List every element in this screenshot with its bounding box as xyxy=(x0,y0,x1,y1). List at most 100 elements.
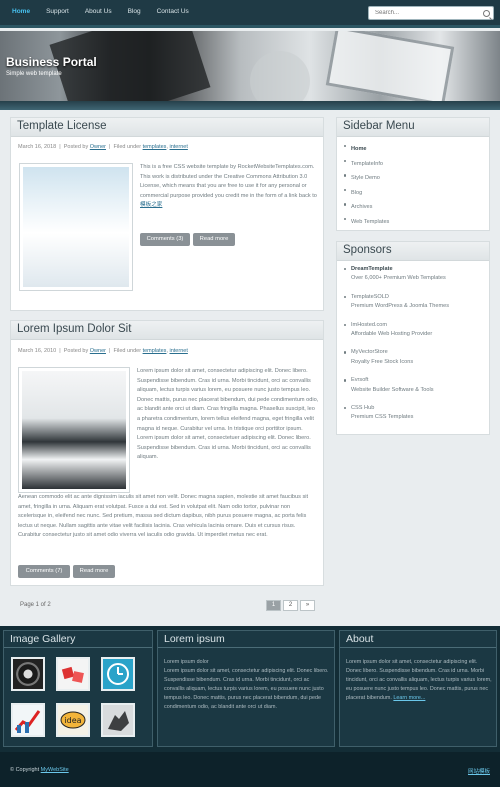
post-thumbnail[interactable] xyxy=(19,163,133,291)
copyright-text: © Copyright MyWebSite xyxy=(10,767,69,773)
header-banner: Business Portal Simple web template xyxy=(0,31,500,101)
sponsor-name[interactable]: Evrsoft xyxy=(351,377,368,383)
nav-item-contact[interactable]: Contact Us xyxy=(149,8,197,15)
sponsor-desc: Royalty Free Stock Icons xyxy=(351,358,414,365)
comments-button[interactable]: Comments (3) xyxy=(140,233,190,246)
read-more-button[interactable]: Read more xyxy=(73,565,115,578)
footer-about: About Lorem ipsum dolor sit amet, consec… xyxy=(339,630,497,747)
post-date: March 16, 2018 xyxy=(18,144,57,150)
post-author-link[interactable]: Owner xyxy=(90,348,106,354)
tag-link[interactable]: internet xyxy=(170,348,188,354)
sponsor-name[interactable]: TemplateSOLD xyxy=(351,294,389,300)
about-block: Lorem ipsum dolor sit amet, consectetur … xyxy=(346,658,492,703)
post-body-text: This is a free CSS website template by R… xyxy=(140,164,317,199)
about-title: About xyxy=(340,631,496,648)
read-more-button[interactable]: Read more xyxy=(193,233,235,246)
sponsor-item[interactable]: CSS Hub Premium CSS Templates xyxy=(344,404,449,423)
site-brand[interactable]: Business Portal xyxy=(6,55,97,69)
clock-icon[interactable] xyxy=(101,657,135,691)
search-box xyxy=(368,6,494,20)
posted-by-label: Posted by xyxy=(63,144,89,150)
copyright-link[interactable]: MyWebSite xyxy=(41,767,69,773)
comments-button[interactable]: Comments (7) xyxy=(18,565,70,578)
posted-by-label: Posted by xyxy=(63,348,89,354)
sidebar-item-templateinfo[interactable]: TemplateInfo xyxy=(344,157,389,172)
footer-gallery: Image Gallery idea xyxy=(3,630,153,747)
search-icon[interactable] xyxy=(483,10,490,17)
dice-icon[interactable] xyxy=(56,657,90,691)
post-template-license: Template License March 16, 2018 | Posted… xyxy=(10,117,324,311)
footer: Image Gallery idea Lorem ipsum Lorem ips… xyxy=(0,626,500,752)
sponsor-desc: Affordable Web Hosting Provider xyxy=(351,331,433,338)
post-meta: March 16, 2010 | Posted by Owner | Filed… xyxy=(18,348,188,354)
next-page-button[interactable]: » xyxy=(300,600,315,611)
sponsor-item[interactable]: DreamTemplate Over 6,000+ Premium Web Tem… xyxy=(344,265,449,284)
post-thumbnail[interactable] xyxy=(18,367,130,493)
banner-decoration xyxy=(250,51,310,101)
header-band xyxy=(0,101,500,110)
post-body-text-2: Aenean commodo elit ac ante dignissim ia… xyxy=(18,494,309,539)
sidebar-item-web-templates[interactable]: Web Templates xyxy=(344,215,389,230)
footer-right-link[interactable]: 网站模板 xyxy=(468,767,490,775)
nav-item-support[interactable]: Support xyxy=(38,8,77,15)
lorem-block: Lorem ipsum dolor Lorem ipsum dolor sit … xyxy=(164,658,330,712)
sponsor-desc: Over 6,000+ Premium Web Templates xyxy=(351,275,446,282)
sponsor-item[interactable]: Evrsoft Website Builder Software & Tools xyxy=(344,376,449,395)
sponsors-title: Sponsors xyxy=(337,242,489,261)
tag-link[interactable]: templates xyxy=(143,348,167,354)
banner-decoration xyxy=(325,31,455,101)
post-date: March 16, 2010 xyxy=(18,348,57,354)
sponsor-desc: Premium WordPress & Joomla Themes xyxy=(351,303,450,310)
tag-link[interactable]: templates xyxy=(143,144,167,150)
lorem-text: Lorem ipsum dolor sit amet, consectetur … xyxy=(164,668,329,710)
learn-more-link[interactable]: Learn more... xyxy=(393,695,425,701)
sponsor-name[interactable]: DreamTemplate xyxy=(351,266,393,272)
top-navbar: Home Support About Us Blog Contact Us xyxy=(0,0,500,28)
page-indicator: Page 1 of 2 xyxy=(20,602,51,608)
post-lorem-ipsum: Lorem Ipsum Dolor Sit March 16, 2010 | P… xyxy=(10,320,324,586)
post-body: This is a free CSS website template by R… xyxy=(140,163,318,211)
tag-link[interactable]: internet xyxy=(170,144,188,150)
lorem-title: Lorem ipsum xyxy=(158,631,334,648)
copyright-bar: © Copyright MyWebSite 网站模板 xyxy=(0,752,500,787)
filed-under-label: Filed under xyxy=(113,348,142,354)
sponsor-item[interactable]: ImHosted.com Affordable Web Hosting Provi… xyxy=(344,321,449,340)
sponsor-name[interactable]: ImHosted.com xyxy=(351,322,387,328)
filed-under-label: Filed under xyxy=(113,144,142,150)
sidebar-item-archives[interactable]: Archives xyxy=(344,200,389,215)
post-title[interactable]: Lorem Ipsum Dolor Sit xyxy=(11,321,323,340)
site-tagline: Simple web template xyxy=(6,71,62,77)
lorem-heading: Lorem ipsum dolor xyxy=(164,659,209,665)
main-nav: Home Support About Us Blog Contact Us xyxy=(4,8,197,15)
idea-bulb-icon[interactable]: idea xyxy=(56,703,90,737)
sidebar-list: Home TemplateInfo Style Demo Blog Archiv… xyxy=(344,142,389,230)
sponsor-item[interactable]: MyVectorStore Royalty Free Stock Icons xyxy=(344,348,449,367)
page-1-button[interactable]: 1 xyxy=(266,600,281,611)
sponsor-desc: Website Builder Software & Tools xyxy=(351,386,434,393)
sponsor-desc: Premium CSS Templates xyxy=(351,414,414,421)
copyright-label: © Copyright xyxy=(10,767,40,773)
post-meta: March 16, 2018 | Posted by Owner | Filed… xyxy=(18,144,188,150)
sidebar-item-blog[interactable]: Blog xyxy=(344,186,389,201)
hand-icon[interactable] xyxy=(101,703,135,737)
page-2-button[interactable]: 2 xyxy=(283,600,298,611)
search-input[interactable] xyxy=(369,7,479,19)
post-title[interactable]: Template License xyxy=(11,118,323,137)
sponsor-name[interactable]: MyVectorStore xyxy=(351,349,388,355)
nav-item-about[interactable]: About Us xyxy=(77,8,120,15)
sidebar-item-style-demo[interactable]: Style Demo xyxy=(344,171,389,186)
nav-item-blog[interactable]: Blog xyxy=(120,8,149,15)
sponsor-name[interactable]: CSS Hub xyxy=(351,405,374,411)
sidebar-title: Sidebar Menu xyxy=(337,118,489,137)
camera-lens-icon[interactable] xyxy=(11,657,45,691)
sidebar-item-home[interactable]: Home xyxy=(344,142,389,157)
sidebar-menu: Sidebar Menu Home TemplateInfo Style Dem… xyxy=(336,117,490,231)
sponsor-list: DreamTemplate Over 6,000+ Premium Web Tem… xyxy=(344,265,449,423)
nav-item-home[interactable]: Home xyxy=(4,8,38,15)
post-body-text: Lorem ipsum dolor sit amet, consectetur … xyxy=(137,368,319,461)
sponsor-item[interactable]: TemplateSOLD Premium WordPress & Joomla T… xyxy=(344,293,449,312)
credit-link[interactable]: 模板之家 xyxy=(140,202,162,208)
growth-chart-icon[interactable] xyxy=(11,703,45,737)
post-author-link[interactable]: Owner xyxy=(90,144,106,150)
svg-text:idea: idea xyxy=(64,716,81,725)
